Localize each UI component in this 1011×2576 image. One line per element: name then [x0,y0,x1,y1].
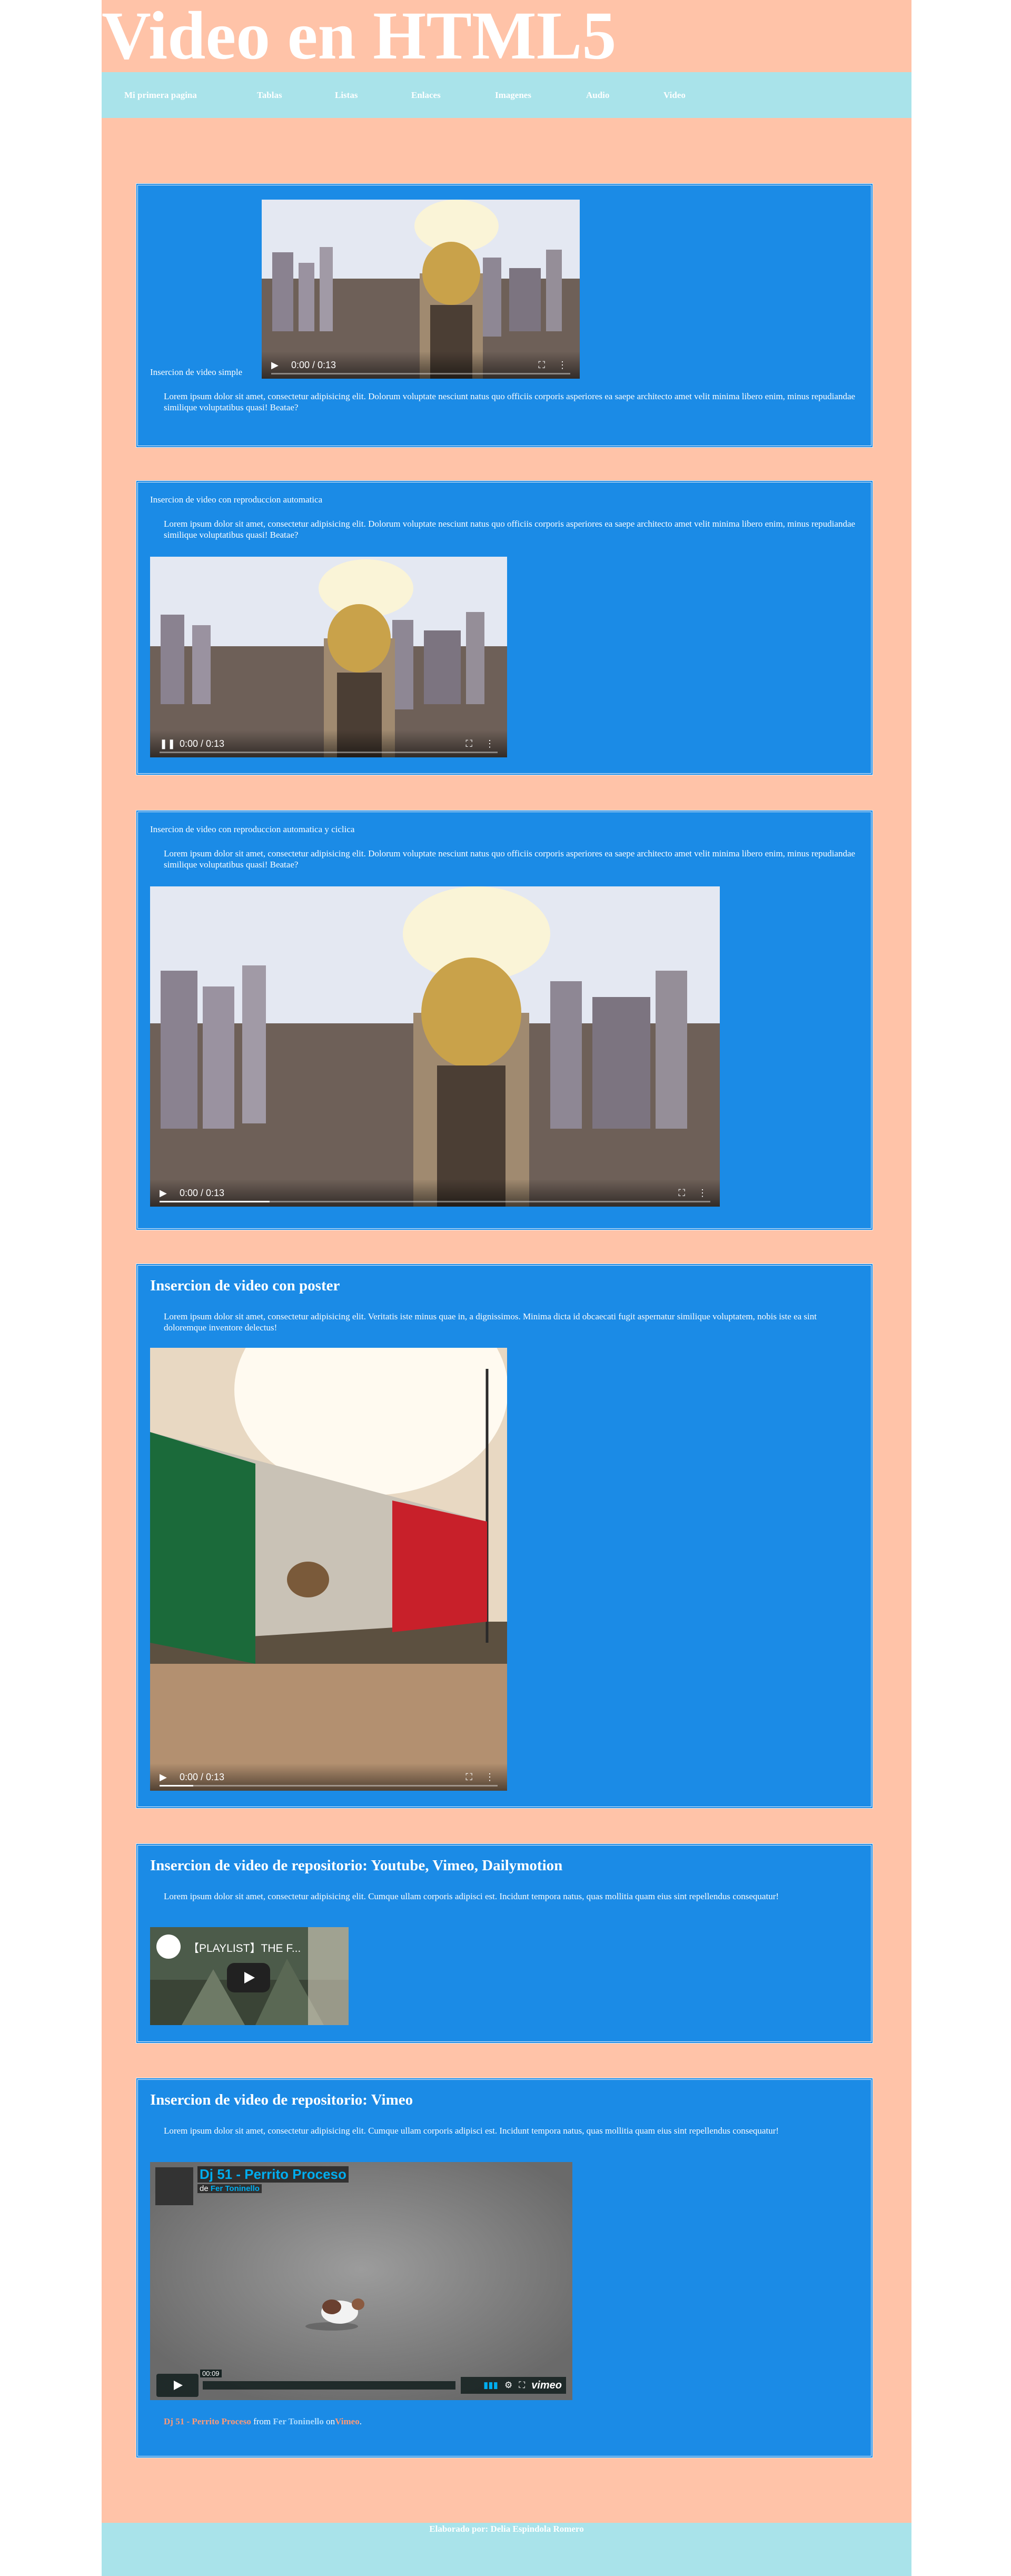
video-poster-flag [150,1348,507,1791]
vimeo-progress-bar[interactable] [203,2381,455,2390]
nav-link-audio[interactable]: Audio [586,90,609,101]
fullscreen-icon[interactable]: ⛶ [519,2380,525,2391]
more-options-icon[interactable]: ⋮ [698,1188,707,1199]
video-time: 0:00 / 0:13 [180,738,225,749]
vimeo-byline-prefix: de [200,2184,209,2193]
more-options-icon[interactable]: ⋮ [485,738,494,749]
section-title: Insercion de video de repositorio: Vimeo [150,2091,413,2108]
play-icon [244,1972,255,1983]
vimeo-controls: 00:09 ▮▮▮ ⚙ ⛶ vimeo [150,2368,572,2400]
video-controls: ▶ 0:00 / 0:13 ⛶ ⋮ [150,1763,507,1791]
youtube-play-button[interactable] [227,1963,270,1992]
youtube-embed[interactable]: 【PLAYLIST】THE F... [150,1927,349,2025]
video-progress-bar[interactable] [160,1785,498,1787]
fullscreen-icon[interactable]: ⛶ [678,1188,685,1199]
vimeo-caption: Dj 51 - Perrito Proceso from Fer Toninel… [164,2416,861,2427]
section-video-poster: Insercion de video con poster Lorem ipsu… [136,1264,873,1809]
nav-bar: Mi primera pagina Tablas Listas Enlaces … [102,72,911,118]
section-paragraph: Lorem ipsum dolor sit amet, consectetur … [164,519,856,540]
fullscreen-icon[interactable]: ⛶ [465,738,472,749]
video-controls: ▶ 0:00 / 0:13 ⛶ ⋮ [150,1179,720,1207]
section-paragraph: Lorem ipsum dolor sit amet, consectetur … [164,391,856,412]
section-video-simple: ▶ 0:00 / 0:13 ⛶ ⋮ Insercion de video sim… [136,183,873,448]
section-paragraph: Lorem ipsum dolor sit amet, consectetur … [164,2126,779,2136]
vimeo-time: 00:09 [200,2370,222,2377]
vimeo-caption-on: on [326,2416,335,2426]
video-progress-bar[interactable] [160,752,498,753]
nav-link-tablas[interactable]: Tablas [257,90,282,101]
video-player-loop[interactable]: ▶ 0:00 / 0:13 ⛶ ⋮ [150,886,720,1207]
section-paragraph: Lorem ipsum dolor sit amet, consectetur … [164,1311,817,1333]
footer-credit: Elaborado por: Delia Espindola Romero [429,2524,584,2534]
youtube-video-title[interactable]: 【PLAYLIST】THE F... [188,1940,301,1956]
video-frame-city [150,557,507,757]
vimeo-logo[interactable]: vimeo [531,2380,562,2392]
settings-icon[interactable]: ⚙ [504,2380,512,2391]
play-icon[interactable]: ▶ [160,1188,171,1199]
section-title: Insercion de video de repositorio: Youtu… [150,1857,563,1874]
section-title: Insercion de video con reproduccion auto… [150,824,355,834]
video-player-autoplay[interactable]: ❚❚ 0:00 / 0:13 ⛶ ⋮ [150,557,507,757]
fullscreen-icon[interactable]: ⛶ [538,360,545,371]
video-time: 0:00 / 0:13 [180,1187,225,1198]
play-icon[interactable]: ▶ [160,1772,171,1783]
section-video-autoplay: Insercion de video con reproduccion auto… [136,480,873,775]
vimeo-video-title[interactable]: Dj 51 - Perrito Proceso [197,2166,349,2183]
video-progress-bar[interactable] [271,373,570,374]
vimeo-caption-user-link[interactable]: Fer Toninello [273,2416,324,2426]
play-icon [174,2381,183,2390]
vimeo-byline-user[interactable]: Fer Toninello [211,2184,260,2193]
video-time: 0:00 / 0:13 [291,359,336,370]
vimeo-control-group: ▮▮▮ ⚙ ⛶ vimeo [461,2377,566,2394]
vimeo-embed[interactable]: Dj 51 - Perrito Proceso de Fer Toninello… [150,2162,572,2400]
section-title: Insercion de video con poster [150,1277,340,1294]
video-controls: ▶ 0:00 / 0:13 ⛶ ⋮ [262,351,580,379]
page-container: Video en HTML5 Mi primera pagina Tablas … [102,0,911,2576]
video-player-poster[interactable]: ▶ 0:00 / 0:13 ⛶ ⋮ [150,1348,507,1791]
section-paragraph: Lorem ipsum dolor sit amet, consectetur … [164,848,856,870]
channel-avatar[interactable] [156,1935,181,1959]
section-paragraph: Lorem ipsum dolor sit amet, consectetur … [164,1891,779,1901]
nav-link-imagenes[interactable]: Imagenes [495,90,531,101]
nav-link-listas[interactable]: Listas [335,90,358,101]
footer: Elaborado por: Delia Espindola Romero [102,2523,911,2576]
vimeo-frame-dog [150,2162,572,2400]
vimeo-play-button[interactable] [156,2374,199,2397]
video-player-simple[interactable]: ▶ 0:00 / 0:13 ⛶ ⋮ [262,200,580,379]
nav-link-enlaces[interactable]: Enlaces [411,90,441,101]
more-options-icon[interactable]: ⋮ [485,1772,494,1783]
video-time: 0:00 / 0:13 [180,1771,225,1782]
pause-icon[interactable]: ❚❚ [160,738,175,749]
vimeo-caption-site-link[interactable]: Vimeo [335,2416,360,2426]
play-icon[interactable]: ▶ [271,360,283,371]
page-title: Video en HTML5 [102,0,617,74]
vimeo-channel-avatar[interactable] [155,2167,193,2205]
video-progress-bar[interactable] [160,1201,710,1202]
nav-link-mi-primera-pagina[interactable]: Mi primera pagina [124,90,197,101]
video-controls: ❚❚ 0:00 / 0:13 ⛶ ⋮ [150,730,507,757]
vimeo-caption-from: from [253,2416,271,2426]
video-frame-city [150,886,720,1207]
section-video-repositorio: Insercion de video de repositorio: Youtu… [136,1843,873,2044]
vimeo-byline: de Fer Toninello [197,2184,262,2193]
more-options-icon[interactable]: ⋮ [558,360,567,371]
section-video-vimeo: Insercion de video de repositorio: Vimeo… [136,2078,873,2458]
fullscreen-icon[interactable]: ⛶ [465,1772,472,1783]
section-title: Insercion de video con reproduccion auto… [150,495,323,505]
section-video-loop: Insercion de video con reproduccion auto… [136,810,873,1230]
vimeo-caption-video-link[interactable]: Dj 51 - Perrito Proceso [164,2416,251,2426]
volume-icon[interactable]: ▮▮▮ [483,2380,498,2391]
vimeo-caption-end: . [359,2416,362,2426]
section-title: Insercion de video simple [150,367,243,377]
nav-link-video[interactable]: Video [663,90,686,101]
